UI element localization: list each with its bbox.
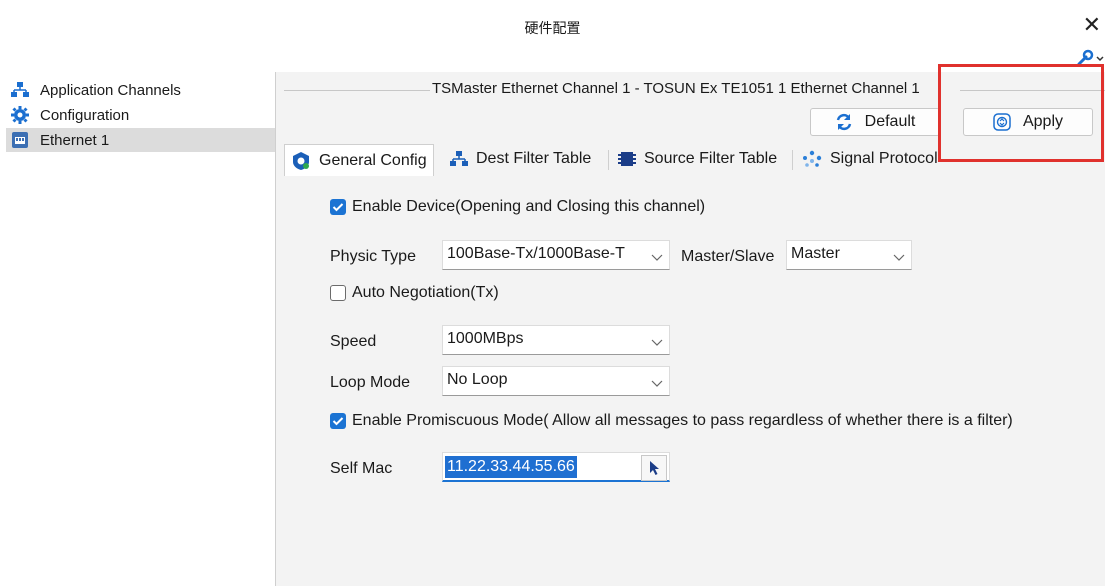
group-title: TSMaster Ethernet Channel 1 - TOSUN Ex T… xyxy=(432,80,920,97)
speed-label: Speed xyxy=(330,333,377,350)
checkbox-box xyxy=(330,285,346,301)
tab-label: Signal Protocol xyxy=(830,150,938,167)
speed-select[interactable]: 1000MBps xyxy=(442,325,670,355)
ethernet-port-icon xyxy=(10,130,30,150)
tab-general-config[interactable]: General Config xyxy=(284,144,434,176)
physic-type-select[interactable]: 100Base-Tx/1000Base-T xyxy=(442,240,670,270)
self-mac-input[interactable]: 11.22.33.44.55.66 xyxy=(442,452,670,482)
tab-signal-protocol[interactable]: Signal Protocol xyxy=(802,144,938,174)
tab-label: Dest Filter Table xyxy=(476,150,592,167)
tab-source-filter-table[interactable]: Source Filter Table xyxy=(618,144,777,174)
auto-negotiation-checkbox[interactable]: Auto Negotiation(Tx) xyxy=(330,284,499,302)
physic-type-label: Physic Type xyxy=(330,248,416,265)
physic-type-value: 100Base-Tx/1000Base-T xyxy=(447,245,625,262)
refresh-icon xyxy=(835,113,853,131)
title-bar: 硬件配置 ✕ xyxy=(0,0,1105,46)
tab-separator xyxy=(792,150,793,170)
default-label: Default xyxy=(864,113,916,130)
sidebar-item-configuration[interactable]: Configuration xyxy=(6,103,275,127)
loop-mode-value: No Loop xyxy=(447,371,508,388)
auto-negotiation-label: Auto Negotiation(Tx) xyxy=(352,284,499,301)
enable-device-checkbox[interactable]: Enable Device(Opening and Closing this c… xyxy=(330,198,705,216)
speed-value: 1000MBps xyxy=(447,330,524,347)
tab-label: Source Filter Table xyxy=(644,150,778,167)
sidebar-item-ethernet-1[interactable]: Ethernet 1 xyxy=(6,128,275,152)
tab-dest-filter-table[interactable]: Dest Filter Table xyxy=(450,144,591,174)
master-slave-value: Master xyxy=(791,245,840,262)
list-icon xyxy=(618,150,636,168)
sidebar-tree: Application Channels Configuration Ether xyxy=(0,72,276,586)
highlight-box xyxy=(938,64,1104,162)
gear-icon xyxy=(10,105,30,125)
chevron-down-icon xyxy=(651,375,663,393)
promiscuous-mode-checkbox[interactable]: Enable Promiscuous Mode( Allow all messa… xyxy=(330,412,1013,430)
chevron-down-icon xyxy=(893,249,905,267)
check-icon xyxy=(330,199,346,215)
master-slave-label: Master/Slave xyxy=(681,248,775,265)
self-mac-label: Self Mac xyxy=(330,460,393,477)
cursor-pick-icon[interactable] xyxy=(641,455,667,481)
tab-label: General Config xyxy=(319,151,427,169)
self-mac-value: 11.22.33.44.55.66 xyxy=(445,456,577,478)
window-title: 硬件配置 xyxy=(524,21,581,37)
tab-separator xyxy=(608,150,609,170)
promiscuous-mode-label: Enable Promiscuous Mode( Allow all messa… xyxy=(352,412,1013,429)
enable-device-label: Enable Device(Opening and Closing this c… xyxy=(352,198,706,215)
sidebar-item-label: Configuration xyxy=(40,106,130,124)
loop-mode-label: Loop Mode xyxy=(330,374,411,391)
close-icon[interactable]: ✕ xyxy=(1083,14,1101,36)
dots-icon xyxy=(802,150,822,168)
group-divider xyxy=(284,90,430,91)
check-icon xyxy=(330,413,346,429)
default-button[interactable]: Default xyxy=(810,108,940,136)
shield-gear-icon xyxy=(291,151,311,171)
network-icon xyxy=(10,80,30,100)
chevron-down-icon xyxy=(651,249,663,267)
loop-mode-select[interactable]: No Loop xyxy=(442,366,670,396)
sidebar-item-label: Application Channels xyxy=(40,81,181,99)
sidebar-item-label: Ethernet 1 xyxy=(40,131,110,149)
sidebar-item-application-channels[interactable]: Application Channels xyxy=(6,78,275,102)
chevron-down-icon xyxy=(651,334,663,352)
master-slave-select[interactable]: Master xyxy=(786,240,912,270)
network-icon xyxy=(450,151,468,167)
